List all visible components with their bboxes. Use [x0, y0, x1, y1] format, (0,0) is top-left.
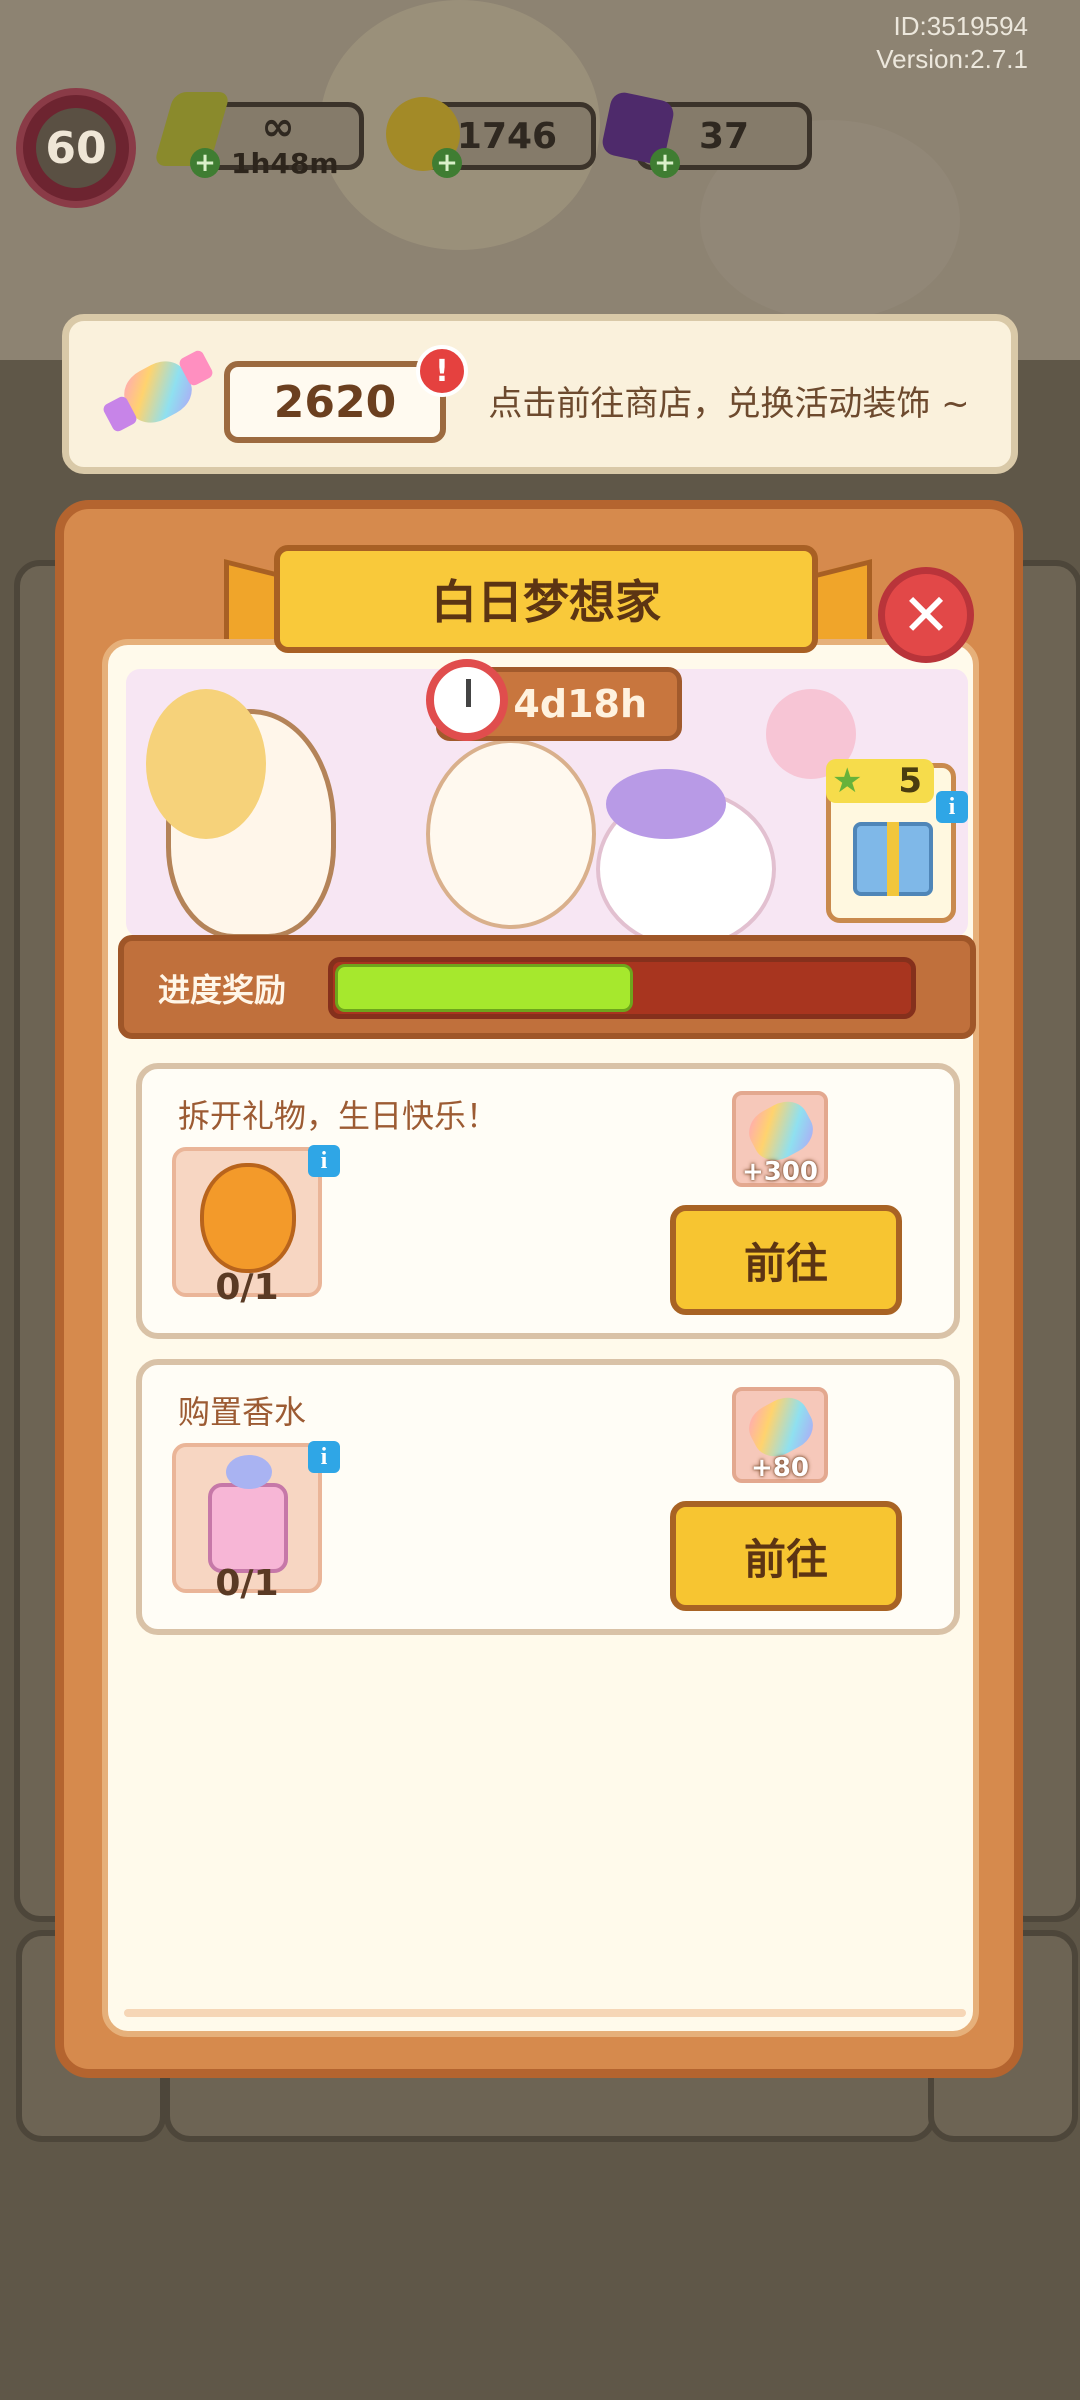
perfume-bottle-icon [208, 1483, 288, 1573]
player-id: ID:3519594 [893, 11, 1028, 41]
purple-mane [606, 769, 726, 839]
progress-reward-bar: 进度奖励 [118, 935, 976, 1039]
shop-hint-text: 点击前往商店，兑换活动装饰 ~ [488, 384, 970, 424]
golden-mane [146, 689, 266, 839]
task-reward-amount: +300 [741, 1157, 819, 1187]
event-title: 白日梦想家 [274, 545, 818, 653]
add-energy-plus-icon[interactable]: + [190, 148, 220, 178]
clock-icon [426, 659, 508, 741]
gift-ribbon [887, 822, 899, 896]
reward-info-icon[interactable]: i [936, 791, 968, 823]
reward-star-count: 5 [898, 761, 922, 801]
go-button[interactable]: 前往 [670, 1501, 902, 1611]
hamster-icon [200, 1163, 296, 1273]
level-number: 60 [36, 108, 116, 188]
energy-value: ∞ [261, 104, 295, 150]
close-icon: ✕ [901, 581, 951, 649]
task-reward: +300 [732, 1091, 828, 1187]
task-title: 拆开礼物，生日快乐！ [178, 1097, 499, 1135]
task-title: 购置香水 [178, 1393, 307, 1431]
shop-hint-banner[interactable]: 2620 ! 点击前往商店，兑换活动装饰 ~ [62, 314, 1018, 474]
go-button[interactable]: 前往 [670, 1205, 902, 1315]
task-reward-amount: +80 [751, 1453, 809, 1483]
task-card: 购置香水 i 0/1 +80 前往 [136, 1359, 960, 1635]
add-coin-plus-icon[interactable]: + [432, 148, 462, 178]
progress-track [328, 957, 916, 1019]
task-card: 拆开礼物，生日快乐！ i 0/1 +300 前往 [136, 1063, 960, 1339]
build-info: ID:3519594 Version:2.7.1 [876, 10, 1028, 76]
panel-divider [124, 2009, 966, 2017]
perfume-cap [226, 1455, 272, 1489]
energy-timer: 1h48m [231, 147, 339, 180]
task-reward: +80 [732, 1387, 828, 1483]
task-info-icon[interactable]: i [308, 1145, 340, 1177]
version-label: Version:2.7.1 [876, 44, 1028, 74]
task-progress: 0/1 [215, 1267, 279, 1308]
close-button[interactable]: ✕ [878, 567, 974, 663]
add-gem-plus-icon[interactable]: + [650, 148, 680, 178]
duck-character [426, 739, 596, 929]
progress-label: 进度奖励 [158, 971, 287, 1009]
candy-icon [101, 348, 215, 439]
task-progress: 0/1 [215, 1563, 279, 1604]
candy-count: 2620 [224, 361, 446, 443]
level-badge[interactable]: 60 [16, 88, 136, 208]
gem-value: 37 [698, 115, 750, 157]
coin-value: 1746 [456, 115, 558, 157]
reward-star-badge: ★ 5 [826, 759, 934, 803]
star-icon: ★ [832, 761, 863, 801]
task-info-icon[interactable]: i [308, 1441, 340, 1473]
event-panel: 白日梦想家 ✕ 4d18h ★ 5 i 进度奖励 拆开礼物，生日快乐！ i 0/… [55, 500, 1023, 2078]
progress-fill [335, 964, 633, 1012]
